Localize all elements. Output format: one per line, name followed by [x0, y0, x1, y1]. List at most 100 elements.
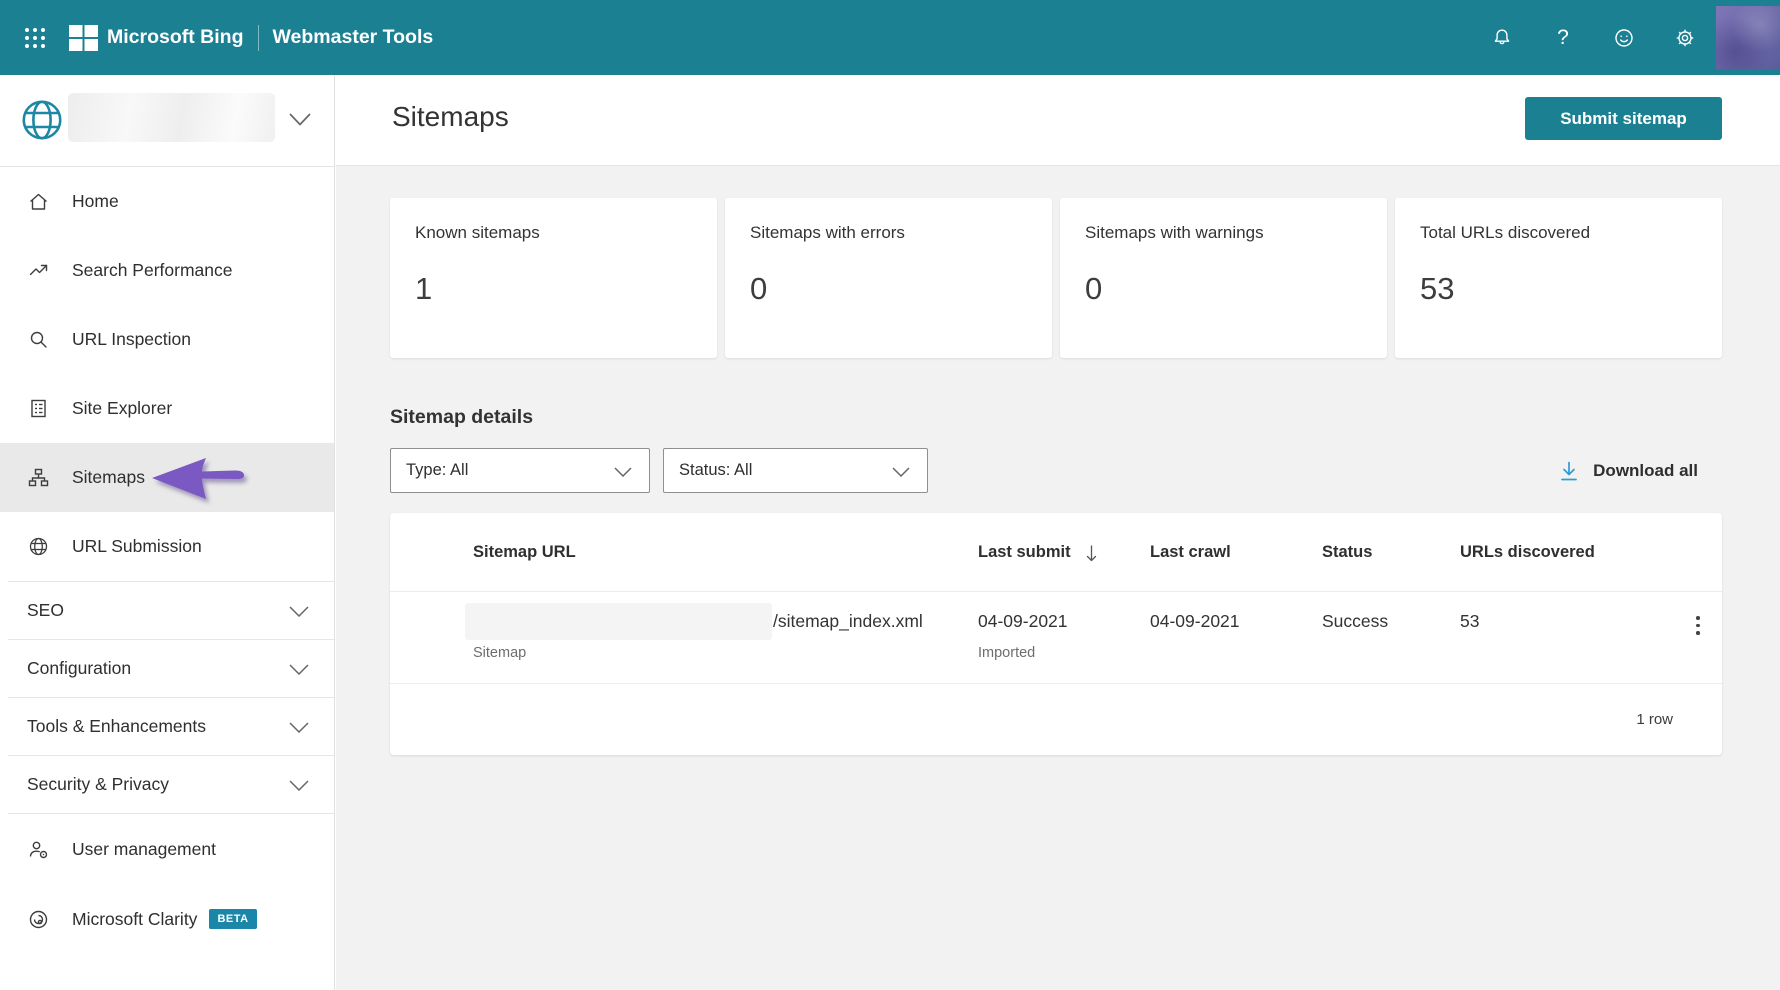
- cell-status: Success: [1322, 592, 1460, 683]
- column-header-urls-discovered[interactable]: URLs discovered: [1460, 513, 1674, 591]
- page-header: Sitemaps Submit sitemap: [336, 75, 1780, 166]
- cell-sitemap-url: /sitemap_index.xml Sitemap: [465, 592, 978, 683]
- column-header-sitemap-url[interactable]: Sitemap URL: [473, 513, 978, 591]
- chevron-down-icon: [289, 606, 309, 617]
- site-name-redacted: [68, 93, 275, 142]
- sitemaps-table: Sitemap URL Last submit Last crawl Statu…: [390, 513, 1722, 755]
- type-filter-value: Type: All: [406, 461, 469, 479]
- column-header-status[interactable]: Status: [1322, 513, 1460, 591]
- brand-divider: [257, 24, 259, 51]
- user-avatar[interactable]: [1716, 6, 1780, 69]
- page-content: Known sitemaps 1 Sitemaps with errors 0 …: [336, 166, 1780, 990]
- download-icon: [1561, 461, 1578, 480]
- sidebar-item-label: Sitemaps: [72, 467, 145, 487]
- sidebar-item-label: URL Submission: [72, 536, 202, 556]
- status-value: Success: [1322, 611, 1389, 631]
- sidebar-item-label: Home: [72, 191, 119, 211]
- stat-label: Known sitemaps: [415, 223, 540, 242]
- sidebar-item-label: Microsoft Clarity: [72, 908, 198, 929]
- microsoft-logo-icon: [69, 24, 98, 51]
- sidebar-group-label: Tools & Enhancements: [27, 716, 206, 736]
- sidebar: Home Search Performance URL Inspection S…: [0, 75, 335, 990]
- stats-row: Known sitemaps 1 Sitemaps with errors 0 …: [390, 198, 1722, 358]
- product-name: Webmaster Tools: [272, 26, 434, 48]
- sidebar-group-label: Security & Privacy: [27, 774, 169, 794]
- globe-icon: [29, 537, 48, 556]
- stat-label: Sitemaps with warnings: [1085, 223, 1264, 242]
- cell-urls-discovered: 53: [1460, 611, 1480, 631]
- sidebar-item-label: Search Performance: [72, 260, 233, 280]
- stat-value: 1: [415, 271, 433, 306]
- type-filter-dropdown[interactable]: Type: All: [390, 448, 650, 493]
- stat-label: Sitemaps with errors: [750, 223, 905, 242]
- sidebar-item-microsoft-clarity[interactable]: Microsoft Clarity BETA: [0, 884, 334, 954]
- annotation-arrow: [152, 458, 245, 499]
- row-count: 1 row: [1636, 711, 1673, 728]
- site-selector[interactable]: [0, 75, 334, 167]
- download-all-button[interactable]: Download all: [1560, 461, 1698, 481]
- trending-up-icon: [29, 264, 48, 276]
- column-header-last-submit[interactable]: Last submit: [978, 513, 1150, 591]
- stat-value: 53: [1420, 271, 1455, 306]
- home-icon: [30, 193, 47, 210]
- site-globe-icon: [22, 100, 62, 140]
- table-header-row: Sitemap URL Last submit Last crawl Statu…: [390, 513, 1722, 592]
- sidebar-item-label: User management: [72, 838, 216, 859]
- magnifier-icon: [30, 331, 47, 348]
- sidebar-group-label: Configuration: [27, 658, 132, 678]
- main-area: Sitemaps Submit sitemap Known sitemaps 1…: [336, 75, 1780, 990]
- stat-label: Total URLs discovered: [1420, 223, 1591, 242]
- status-filter-dropdown[interactable]: Status: All: [663, 448, 928, 493]
- cell-last-submit: 04-09-2021 Imported: [978, 592, 1150, 683]
- download-all-label: Download all: [1593, 460, 1698, 480]
- sitemap-url-suffix: /sitemap_index.xml: [773, 611, 923, 631]
- stat-value: 0: [750, 271, 768, 306]
- status-filter-value: Status: All: [679, 461, 753, 479]
- notifications-bell-icon[interactable]: [1490, 26, 1514, 50]
- chevron-down-icon: [289, 780, 309, 791]
- cell-last-crawl: 04-09-2021: [1150, 611, 1240, 631]
- sidebar-group-configuration[interactable]: Configuration: [0, 640, 334, 697]
- table-row[interactable]: /sitemap_index.xml Sitemap 04-09-2021 Im…: [390, 592, 1722, 684]
- stat-value: 0: [1085, 271, 1103, 306]
- filters-row: Type: All Status: All Download all: [390, 448, 1722, 493]
- user-settings-icon: [29, 841, 48, 858]
- help-icon[interactable]: ?: [1551, 26, 1575, 50]
- sitemap-type: Sitemap: [473, 645, 527, 661]
- settings-gear-icon[interactable]: [1673, 26, 1697, 50]
- column-header-last-crawl[interactable]: Last crawl: [1150, 513, 1322, 591]
- chevron-down-icon: [289, 664, 309, 675]
- submit-note: Imported: [978, 645, 1036, 661]
- sidebar-group-tools-enhancements[interactable]: Tools & Enhancements: [0, 698, 334, 755]
- document-list-icon: [31, 399, 46, 418]
- app-launcher-icon[interactable]: [23, 26, 47, 50]
- stat-card-known-sitemaps: Known sitemaps 1: [390, 198, 717, 358]
- sidebar-item-search-performance[interactable]: Search Performance: [0, 236, 334, 305]
- top-app-bar: Microsoft Bing Webmaster Tools ?: [0, 0, 1780, 75]
- stat-card-sitemaps-with-warnings: Sitemaps with warnings 0: [1060, 198, 1387, 358]
- sitemap-url-redacted: [465, 603, 772, 640]
- sidebar-group-seo[interactable]: SEO: [0, 582, 334, 639]
- chevron-down-icon: [289, 722, 309, 733]
- feedback-smiley-icon[interactable]: [1612, 26, 1636, 50]
- bing-brand[interactable]: Microsoft Bing: [69, 24, 244, 51]
- table-footer: 1 row: [390, 684, 1722, 755]
- sidebar-item-home[interactable]: Home: [0, 167, 334, 236]
- sidebar-group-security-privacy[interactable]: Security & Privacy: [0, 756, 334, 813]
- brand-name: Microsoft Bing: [107, 26, 244, 48]
- sidebar-item-user-management[interactable]: User management: [0, 814, 334, 884]
- section-heading: Sitemap details: [390, 406, 534, 428]
- stat-card-total-urls-discovered: Total URLs discovered 53: [1395, 198, 1722, 358]
- beta-badge: BETA: [209, 909, 257, 929]
- chevron-down-icon: [614, 467, 632, 477]
- submit-sitemap-button[interactable]: Submit sitemap: [1525, 97, 1722, 140]
- sidebar-item-url-submission[interactable]: URL Submission: [0, 512, 334, 581]
- chevron-down-icon: [892, 467, 910, 477]
- row-actions-kebab[interactable]: [1674, 592, 1722, 683]
- sidebar-item-url-inspection[interactable]: URL Inspection: [0, 305, 334, 374]
- sidebar-item-site-explorer[interactable]: Site Explorer: [0, 374, 334, 443]
- stat-card-sitemaps-with-errors: Sitemaps with errors 0: [725, 198, 1052, 358]
- clarity-icon: [29, 910, 48, 928]
- sidebar-item-label: Site Explorer: [72, 398, 173, 418]
- page-title: Sitemaps: [392, 101, 509, 132]
